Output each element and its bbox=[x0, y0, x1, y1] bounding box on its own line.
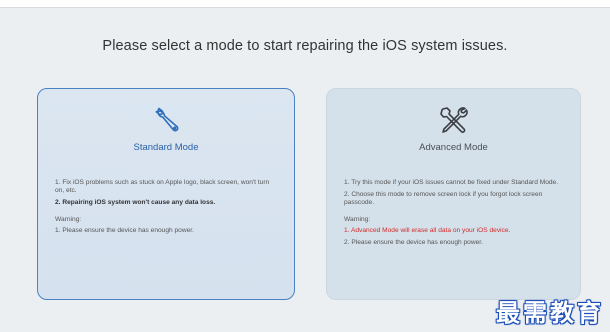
wrench-icon bbox=[155, 107, 179, 132]
tools-icon bbox=[439, 107, 468, 133]
page-heading: Please select a mode to start repairing … bbox=[102, 38, 508, 54]
standard-mode-card[interactable]: Standard Mode 1. Fix iOS problems such a… bbox=[37, 88, 295, 300]
watermark: 最需教育 bbox=[496, 298, 604, 327]
standard-warning-label: Warning: bbox=[55, 215, 82, 223]
advanced-mode-card[interactable]: Advanced Mode 1. Try this mode if your i… bbox=[326, 88, 581, 300]
advanced-mode-description: 1. Try this mode if your iOS issues cann… bbox=[344, 179, 566, 251]
advanced-mode-title: Advanced Mode bbox=[419, 142, 488, 153]
standard-item-2: 2. Repairing iOS system won't cause any … bbox=[55, 199, 216, 207]
window-titlebar bbox=[0, 0, 610, 8]
standard-item-1: 1. Fix iOS problems such as stuck on App… bbox=[55, 179, 270, 195]
standard-warning-1: 1. Please ensure the device has enough p… bbox=[55, 226, 194, 234]
advanced-warning-label: Warning: bbox=[344, 215, 371, 223]
advanced-item-1: 1. Try this mode if your iOS issues cann… bbox=[344, 179, 559, 186]
advanced-warning-1: 1. Advanced Mode will erase all data on … bbox=[344, 226, 511, 234]
advanced-warning-2: 2. Please ensure the device has enough p… bbox=[344, 239, 483, 247]
advanced-item-2: 2. Choose this mode to remove screen loc… bbox=[344, 191, 543, 207]
standard-mode-title: Standard Mode bbox=[133, 142, 199, 153]
standard-mode-description: 1. Fix iOS problems such as stuck on App… bbox=[55, 179, 280, 239]
